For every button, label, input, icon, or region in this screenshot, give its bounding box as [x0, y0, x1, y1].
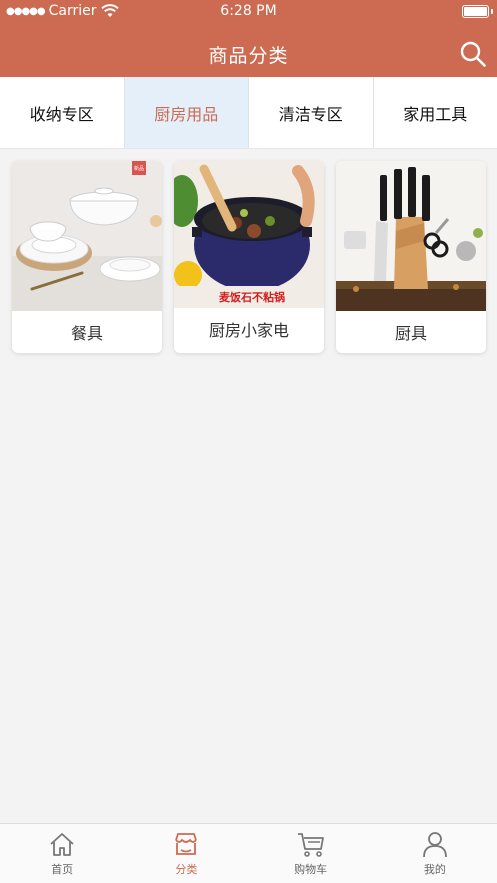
svg-text:新品: 新品	[134, 165, 144, 172]
tabbar-label: 我的	[423, 863, 446, 876]
category-icon	[175, 833, 198, 855]
category-tabs: 收纳专区 厨房用品 清洁专区 家用工具	[0, 77, 497, 149]
product-card-tableware[interactable]: 新品 餐具	[12, 161, 162, 353]
tab-household-tools[interactable]: 家用工具	[374, 77, 497, 148]
search-icon[interactable]	[459, 40, 487, 68]
user-icon	[422, 832, 447, 858]
tabbar-label: 首页	[51, 863, 74, 876]
tabbar-home[interactable]: 首页	[0, 824, 124, 883]
home-icon	[50, 833, 74, 856]
tab-kitchen[interactable]: 厨房用品	[124, 77, 249, 148]
product-label: 餐具	[70, 324, 103, 343]
knife-set-photo	[336, 161, 486, 311]
tabbar-profile[interactable]: 我的	[373, 824, 497, 883]
tabbar-label: 购物车	[294, 863, 328, 876]
bottom-tab-bar: 首页 分类 购物车 我的	[0, 823, 497, 883]
product-card-cookware[interactable]: 厨具	[336, 161, 486, 353]
cart-icon	[297, 833, 324, 857]
page-title: 商品分类	[208, 45, 289, 67]
product-label: 厨具	[394, 324, 427, 343]
product-label: 厨房小家电	[208, 321, 289, 340]
product-grid: 新品 餐具 麦饭石不粘锅 厨房小家电 厨具	[12, 161, 486, 353]
tableware-photo: 新品	[12, 161, 162, 311]
tab-storage[interactable]: 收纳专区	[0, 77, 125, 148]
nav-header: ●●●●● Carrier 6:28 PM 商品分类	[0, 0, 497, 77]
status-time: 6:28 PM	[220, 3, 277, 19]
pot-caption: 麦饭石不粘锅	[219, 290, 285, 304]
pot-photo: 麦饭石不粘锅	[174, 161, 324, 308]
tab-cleaning[interactable]: 清洁专区	[249, 77, 374, 148]
tabbar-cart[interactable]: 购物车	[249, 824, 373, 883]
battery-icon	[462, 5, 489, 18]
status-bar: ●●●●● Carrier 6:28 PM	[0, 0, 497, 24]
product-card-small-appliances[interactable]: 麦饭石不粘锅 厨房小家电	[174, 161, 324, 353]
tabbar-label: 分类	[175, 863, 198, 876]
tabbar-category[interactable]: 分类	[124, 824, 248, 883]
